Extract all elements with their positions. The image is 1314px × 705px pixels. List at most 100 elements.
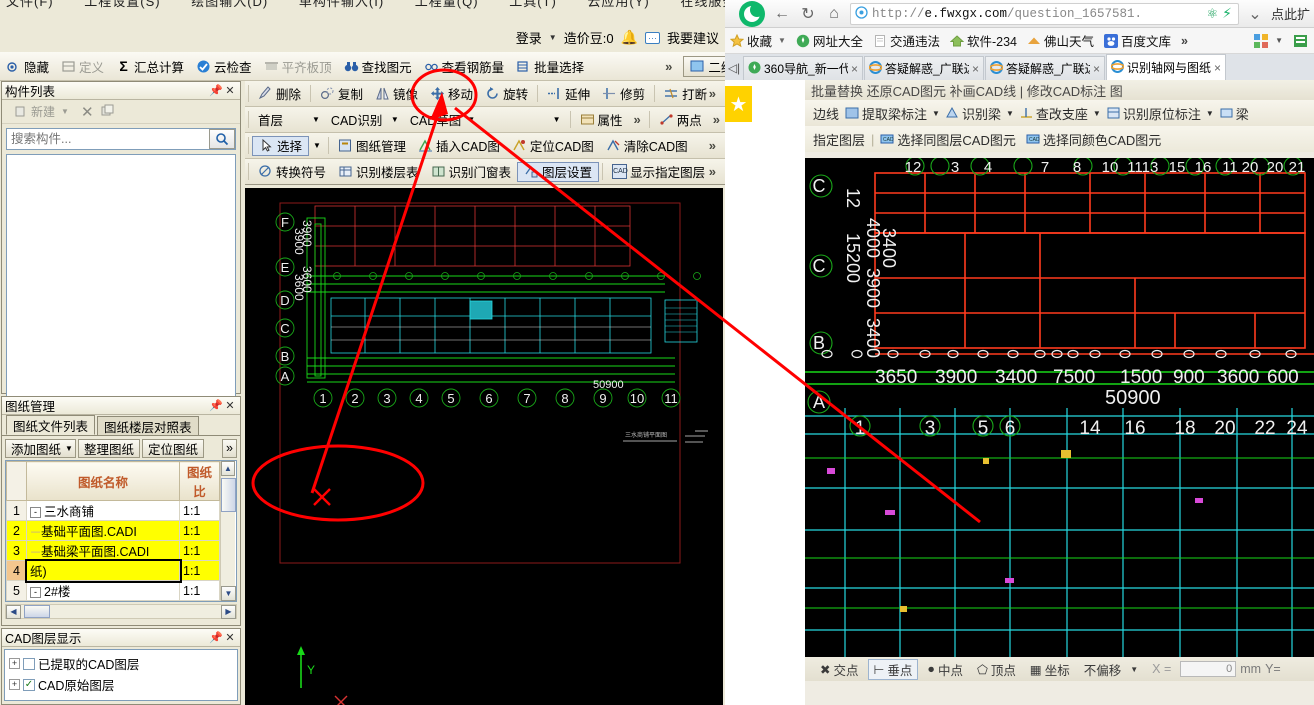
toolbar-summary-calc-button[interactable]: Σ 汇总计算 [110, 56, 190, 77]
bookmarks-bar[interactable]: 收藏 ▼ 网址大全 交通违法 软件-234 佛山天气 百度文库 » ▼ [725, 28, 1314, 54]
new-component-button[interactable]: 新建 ▼ [7, 102, 75, 121]
search-input[interactable] [7, 130, 209, 148]
drawing-table-vertical-scrollbar[interactable]: ▲ ▼ [220, 461, 236, 601]
browser-tab-qa-2[interactable]: 答疑解惑_广联达 × [985, 56, 1105, 80]
cad-copy-button[interactable]: 复制 [314, 83, 369, 104]
chevron-down-icon[interactable]: ▼ [467, 115, 475, 124]
row-drawing-name[interactable]: ─柱大样表.CADT [26, 600, 180, 601]
star-icon[interactable]: ★ [725, 86, 752, 122]
app-menu-items[interactable]: 文件(F) 工程设置(S) 绘图输入(D) 单构件输入(I) 工程量(Q) 工具… [6, 0, 725, 10]
chevron-down-icon[interactable]: ⌄ [1242, 1, 1268, 27]
table-row[interactable]: 2 ─基础平面图.CADI 1:1 [6, 520, 220, 541]
drawing-manager-buttons[interactable]: 添加图纸 ▼ 整理图纸 定位图纸 » [2, 436, 240, 460]
browser-tab-qa-1[interactable]: 答疑解惑_广联达 × [864, 56, 984, 80]
home-icon[interactable]: ⌂ [821, 1, 847, 27]
embedded-screenshot[interactable]: 批量替换 还原CAD图元 补画CAD线 | 修改CAD标注 图 边线 提取梁标注… [805, 80, 1314, 705]
toolbar-define-button[interactable]: 定义 [55, 56, 110, 77]
cad-drawing-toolbar-overflow[interactable]: » [704, 138, 721, 153]
close-icon[interactable]: ✕ [223, 399, 237, 412]
component-search-box[interactable] [6, 128, 236, 150]
cad-drawing-canvas[interactable]: FED CBA 123 456 789 10 11 3900 3900 3600… [245, 188, 723, 705]
cad-move-button[interactable]: 移动 [424, 83, 479, 104]
row-drawing-name[interactable]: -2#楼 [26, 580, 180, 601]
duplicate-icon[interactable] [100, 103, 115, 121]
organize-drawing-button[interactable]: 整理图纸 [77, 438, 140, 458]
bookmark-baidu-wenku[interactable]: 百度文库 [1099, 31, 1176, 50]
tab-drawing-file-list[interactable]: 图纸文件列表 [6, 415, 96, 435]
cad-delete-button[interactable]: 删除 [252, 83, 307, 104]
cad-layer-tree[interactable]: + 已提取的CAD图层 + ✓ CAD原始图层 [4, 649, 238, 701]
add-drawing-button[interactable]: 添加图纸 ▼ [5, 438, 76, 458]
chevron-down-icon[interactable]: ▼ [312, 115, 320, 124]
chevron-down-icon[interactable]: ▼ [549, 33, 557, 42]
row-drawing-name[interactable]: ─基础梁平面图.CADI [26, 540, 180, 561]
cad-symbol-toolbar-overflow[interactable]: » [704, 164, 721, 179]
toolbar-view-rebar-button[interactable]: 查看钢筋量 [418, 56, 511, 77]
table-row[interactable]: 1 - 三水商铺 1:1 [6, 500, 220, 521]
close-icon[interactable]: ✕ [223, 84, 237, 97]
checkbox-checked[interactable]: ✓ [23, 678, 35, 691]
cad-mirror-button[interactable]: 镜像 [369, 83, 424, 104]
pin-icon[interactable]: 📌 [209, 631, 223, 644]
bell-icon[interactable]: 🔔 [621, 29, 638, 46]
close-icon[interactable]: ✕ [223, 631, 237, 644]
main-toolbar[interactable]: 隐藏 定义 Σ 汇总计算 云检查 平齐板顶 查找图元 查看钢筋量 批量选择 » … [0, 52, 796, 81]
chevron-down-icon[interactable]: ▼ [778, 36, 786, 45]
menu-item-project-settings[interactable]: 工程设置(S) [84, 0, 160, 9]
close-icon[interactable]: × [1093, 62, 1100, 76]
pin-icon[interactable]: 📌 [209, 399, 223, 412]
pin-icon[interactable]: 📌 [209, 84, 223, 97]
scroll-thumb[interactable] [221, 478, 236, 512]
reload-icon[interactable]: ↻ [795, 1, 821, 27]
suggestion-button[interactable]: 我要建议 [667, 28, 719, 47]
drawing-table-horizontal-scrollbar[interactable]: ◀ ▶ [5, 604, 237, 619]
recognize-floor-table-button[interactable]: 识别楼层表 [332, 161, 425, 182]
checkbox-unchecked[interactable] [23, 657, 35, 670]
bookmark-traffic[interactable]: 交通违法 [868, 31, 945, 50]
cad-trim-button[interactable]: 修剪 [596, 83, 651, 104]
extension-grid-icon[interactable]: ▼ [1248, 33, 1288, 49]
cad-recognize-toolbar-overflow[interactable]: » [629, 112, 646, 127]
scroll-up-icon[interactable]: ▲ [221, 461, 235, 476]
clear-cad-button[interactable]: 清除CAD图 [600, 135, 694, 156]
shield-icon[interactable]: ⚛ [1207, 6, 1219, 22]
tree-expand-icon[interactable]: + [9, 658, 20, 669]
close-icon[interactable]: × [851, 62, 858, 76]
tree-collapse-icon[interactable]: - [30, 507, 41, 519]
locate-drawing-button[interactable]: 定位图纸 [141, 438, 204, 458]
drawing-manager-tabs[interactable]: 图纸文件列表 图纸楼层对照表 [2, 415, 240, 436]
browser-content-area[interactable]: ★ 批量替换 还原CAD图元 补画CAD线 | 修改CAD标注 图 边线 提取梁… [725, 80, 1314, 705]
recognize-door-window-table-button[interactable]: 识别门窗表 [425, 161, 518, 182]
drawing-table[interactable]: 图纸名称 图纸比 1 - 三水商铺 1:1 2 ─基础平面图.CADI 1:1 … [6, 461, 220, 601]
main-toolbar-overflow[interactable]: » [660, 59, 677, 74]
suggestion-bubble-icon[interactable]: ··· [644, 31, 660, 44]
tab-drawing-floor-map[interactable]: 图纸楼层对照表 [97, 416, 199, 435]
drawing-manage-button[interactable]: 图纸管理 [332, 135, 412, 156]
search-icon[interactable] [209, 129, 235, 149]
menu-item-cloud[interactable]: 云应用(Y) [587, 0, 649, 9]
table-row[interactable]: 3 ─基础梁平面图.CADI 1:1 [6, 540, 220, 561]
floor-select-dropdown[interactable]: 首层 [252, 109, 312, 130]
row-drawing-name[interactable]: ─基础平面图.CADI [26, 520, 180, 541]
drawing-table-wrapper[interactable]: 图纸名称 图纸比 1 - 三水商铺 1:1 2 ─基础平面图.CADI 1:1 … [5, 460, 237, 602]
login-button[interactable]: 登录 [516, 28, 542, 47]
bookmark-nav-site[interactable]: 网址大全 [791, 31, 868, 50]
scroll-left-icon[interactable]: ◀ [6, 604, 21, 619]
cad-recognize-toolbar[interactable]: 首层 ▼ CAD识别 ▼ CAD草图 ▼ ▼ 属性 » 两点 » [245, 107, 725, 133]
tree-expand-icon[interactable]: + [9, 679, 20, 690]
chevron-down-icon[interactable]: ▼ [391, 115, 399, 124]
component-list-toolbar[interactable]: 新建 ▼ ✕ [2, 100, 240, 124]
insert-cad-button[interactable]: 插入CAD图 [412, 135, 506, 156]
cad-edit-toolbar-overflow[interactable]: » [704, 86, 721, 101]
cad-drawing-toolbar[interactable]: 选择 ▼ 图纸管理 插入CAD图 定位CAD图 清除CAD图 » [245, 133, 725, 159]
toolbar-find-element-button[interactable]: 查找图元 [338, 56, 418, 77]
locate-cad-button[interactable]: 定位CAD图 [506, 135, 600, 156]
toolbar-hide-button[interactable]: 隐藏 [0, 56, 55, 77]
menu-item-quantity[interactable]: 工程量(Q) [415, 0, 479, 9]
table-row[interactable]: 6 ─柱大样表.CADT 1:1 [6, 600, 220, 601]
browser-extension-icon[interactable] [1288, 33, 1314, 49]
bookmarks-overflow[interactable]: » [1176, 34, 1193, 48]
drawing-buttons-overflow[interactable]: » [222, 438, 237, 458]
table-row[interactable]: 4 纸) 1:1 [6, 558, 220, 583]
menu-item-tools[interactable]: 工具(T) [509, 0, 557, 9]
